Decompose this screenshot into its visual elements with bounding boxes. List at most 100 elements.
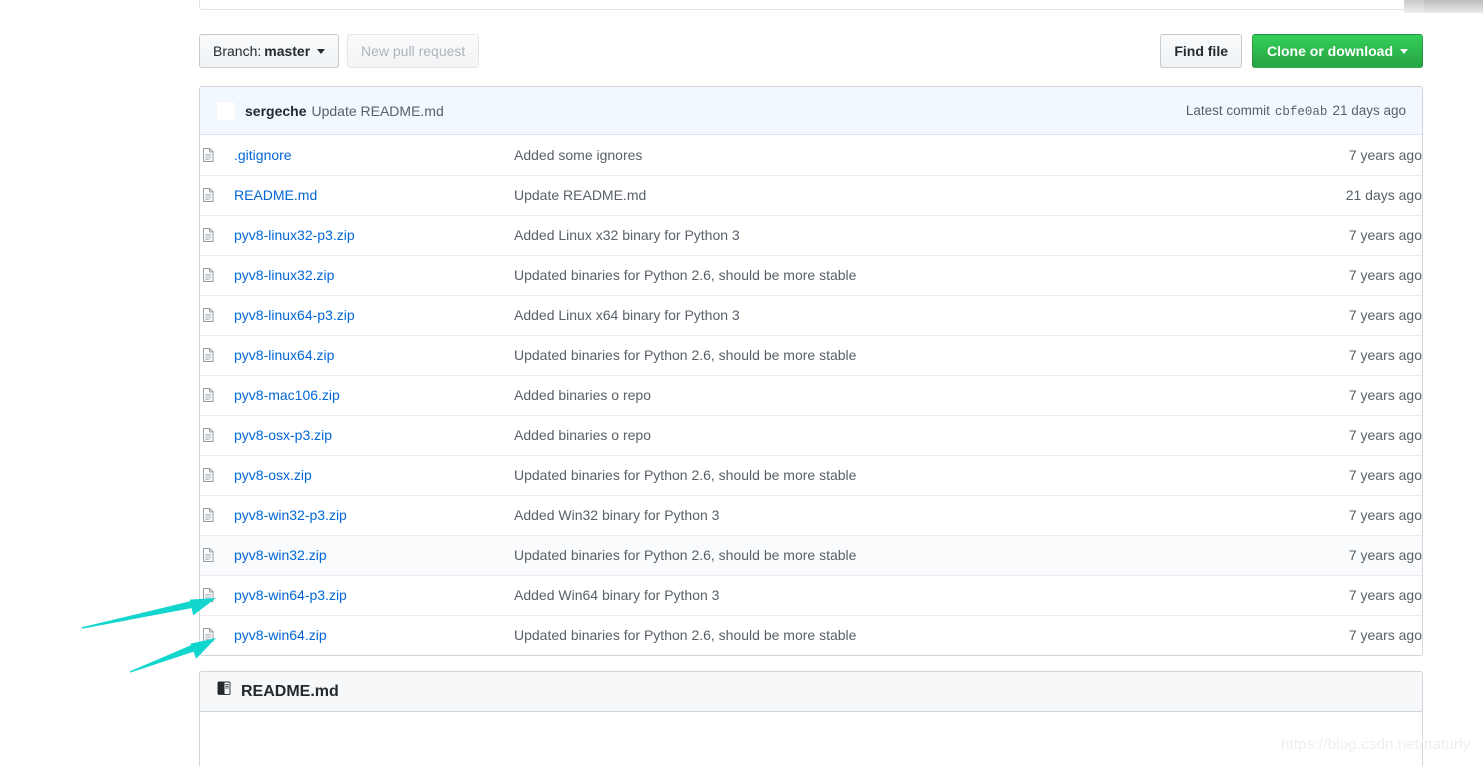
readme-panel: README.md — [199, 671, 1423, 766]
annotation-arrow — [81, 598, 217, 629]
commit-message-cell[interactable]: Updated binaries for Python 2.6, should … — [514, 455, 1252, 495]
table-row[interactable]: pyv8-linux64-p3.zip Added Linux x64 binar… — [200, 295, 1422, 335]
file-table: .gitignore Added some ignores 7 years ago R… — [200, 135, 1422, 655]
commit-age-cell: 7 years ago — [1348, 227, 1422, 243]
file-name-link[interactable]: pyv8-linux64-p3.zip — [234, 307, 355, 323]
commit-age-cell: 7 years ago — [1348, 587, 1422, 603]
file-name-link[interactable]: pyv8-win64.zip — [234, 627, 327, 643]
find-file-button[interactable]: Find file — [1160, 34, 1242, 68]
file-icon — [200, 467, 234, 483]
commit-age-cell: 7 years ago — [1348, 267, 1422, 283]
file-icon — [200, 147, 234, 163]
file-icon-cell — [200, 135, 234, 175]
commit-sha-link[interactable]: cbfe0ab — [1275, 105, 1328, 119]
commit-message-cell[interactable]: Updated binaries for Python 2.6, should … — [514, 255, 1252, 295]
table-row[interactable]: pyv8-linux64.zip Updated binaries for Pyt… — [200, 335, 1422, 375]
file-name-cell: pyv8-mac106.zip — [234, 375, 514, 415]
table-row[interactable]: pyv8-linux32-p3.zip Added Linux x32 binar… — [200, 215, 1422, 255]
clone-or-download-label: Clone or download — [1267, 43, 1393, 59]
commit-age-cell: 7 years ago — [1348, 547, 1422, 563]
commit-message-cell[interactable]: Added binaries o repo — [514, 415, 1252, 455]
new-pull-request-button[interactable]: New pull request — [347, 34, 480, 68]
commit-message-cell[interactable]: Added Linux x32 binary for Python 3 — [514, 215, 1252, 255]
file-name-cell: pyv8-linux32.zip — [234, 255, 514, 295]
table-row[interactable]: pyv8-mac106.zip Added binaries o repo 7 ye… — [200, 375, 1422, 415]
table-row[interactable]: pyv8-win32.zip Updated binaries for Pytho… — [200, 535, 1422, 575]
commit-message-cell[interactable]: Update README.md — [514, 175, 1252, 215]
latest-commit-bar: sergeche Update README.md Latest commit … — [200, 87, 1422, 135]
horizontal-scrollbar-thumb[interactable] — [1424, 0, 1483, 13]
commit-message-link[interactable]: Update README.md — [311, 103, 443, 119]
commit-message-cell[interactable]: Added Win32 binary for Python 3 — [514, 495, 1252, 535]
file-icon — [200, 587, 234, 603]
file-name-link[interactable]: pyv8-linux32-p3.zip — [234, 227, 355, 243]
clone-or-download-button[interactable]: Clone or download — [1252, 34, 1423, 68]
file-name-cell: pyv8-win64-p3.zip — [234, 575, 514, 615]
file-icon-cell — [200, 495, 234, 535]
readme-title: README.md — [241, 682, 339, 700]
commit-author-link[interactable]: sergeche — [245, 103, 306, 119]
new-pull-request-label: New pull request — [361, 43, 466, 59]
commit-message-cell[interactable]: Added Linux x64 binary for Python 3 — [514, 295, 1252, 335]
file-icon-cell — [200, 215, 234, 255]
file-icon-cell — [200, 535, 234, 575]
commit-age-cell: 7 years ago — [1348, 467, 1422, 483]
file-icon — [200, 387, 234, 403]
table-row[interactable]: pyv8-linux32.zip Updated binaries for Pyt… — [200, 255, 1422, 295]
commit-message-cell[interactable]: Updated binaries for Python 2.6, should … — [514, 335, 1252, 375]
file-icon-cell — [200, 455, 234, 495]
table-row[interactable]: pyv8-win64-p3.zip Added Win64 binary for … — [200, 575, 1422, 615]
file-icon-cell — [200, 255, 234, 295]
file-icon-cell — [200, 415, 234, 455]
table-row[interactable]: pyv8-osx.zip Updated binaries for Python … — [200, 455, 1422, 495]
branch-prefix-label: Branch: — [213, 43, 262, 59]
file-icon-cell — [200, 175, 234, 215]
file-name-cell: pyv8-win32-p3.zip — [234, 495, 514, 535]
file-name-cell: README.md — [234, 175, 514, 215]
file-icon — [200, 267, 234, 283]
file-name-link[interactable]: pyv8-mac106.zip — [234, 387, 340, 403]
top-cutoff-panel — [199, 0, 1423, 10]
table-row[interactable]: pyv8-win32-p3.zip Added Win32 binary for … — [200, 495, 1422, 535]
commit-age-cell: 7 years ago — [1348, 427, 1422, 443]
file-name-cell: pyv8-linux64.zip — [234, 335, 514, 375]
file-icon — [200, 427, 234, 443]
table-row[interactable]: pyv8-osx-p3.zip Added binaries o repo 7 ye… — [200, 415, 1422, 455]
file-name-link[interactable]: pyv8-osx-p3.zip — [234, 427, 332, 443]
table-row[interactable]: README.md Update README.md 21 days ago — [200, 175, 1422, 215]
file-name-link[interactable]: pyv8-linux64.zip — [234, 347, 334, 363]
file-name-cell: pyv8-linux64-p3.zip — [234, 295, 514, 335]
file-name-cell: pyv8-linux32-p3.zip — [234, 215, 514, 255]
commit-message-cell[interactable]: Added Win64 binary for Python 3 — [514, 575, 1252, 615]
file-name-link[interactable]: pyv8-win32-p3.zip — [234, 507, 347, 523]
commit-message-cell[interactable]: Updated binaries for Python 2.6, should … — [514, 535, 1252, 575]
commit-age-cell: 7 years ago — [1348, 387, 1422, 403]
file-name-link[interactable]: pyv8-linux32.zip — [234, 267, 334, 283]
commit-message-cell[interactable]: Updated binaries for Python 2.6, should … — [514, 615, 1252, 655]
file-icon — [200, 347, 234, 363]
readme-header: README.md — [200, 672, 1422, 712]
file-icon — [200, 547, 234, 563]
table-row[interactable]: .gitignore Added some ignores 7 years ago — [200, 135, 1422, 175]
table-row[interactable]: pyv8-win64.zip Updated binaries for Pytho… — [200, 615, 1422, 655]
file-name-link[interactable]: pyv8-osx.zip — [234, 467, 312, 483]
watermark: https://blog.csdn.net/naturly — [1281, 736, 1471, 753]
file-name-link[interactable]: README.md — [234, 187, 317, 203]
file-icon-cell — [200, 615, 234, 655]
file-name-link[interactable]: .gitignore — [234, 147, 292, 163]
repo-toolbar: Branch: master New pull request Find fil… — [199, 34, 1423, 68]
book-icon — [216, 681, 232, 702]
file-icon — [200, 227, 234, 243]
file-name-link[interactable]: pyv8-win64-p3.zip — [234, 587, 347, 603]
chevron-down-icon — [317, 48, 326, 54]
file-name-cell: pyv8-win32.zip — [234, 535, 514, 575]
file-name-cell: .gitignore — [234, 135, 514, 175]
branch-selector-button[interactable]: Branch: master — [199, 34, 340, 68]
github-repo-file-browser: Branch: master New pull request Find fil… — [0, 0, 1483, 766]
file-icon-cell — [200, 575, 234, 615]
commit-message-cell[interactable]: Added binaries o repo — [514, 375, 1252, 415]
file-name-cell: pyv8-osx.zip — [234, 455, 514, 495]
commit-message-cell[interactable]: Added some ignores — [514, 135, 1252, 175]
commit-age-cell: 7 years ago — [1348, 146, 1422, 163]
file-name-link[interactable]: pyv8-win32.zip — [234, 547, 327, 563]
